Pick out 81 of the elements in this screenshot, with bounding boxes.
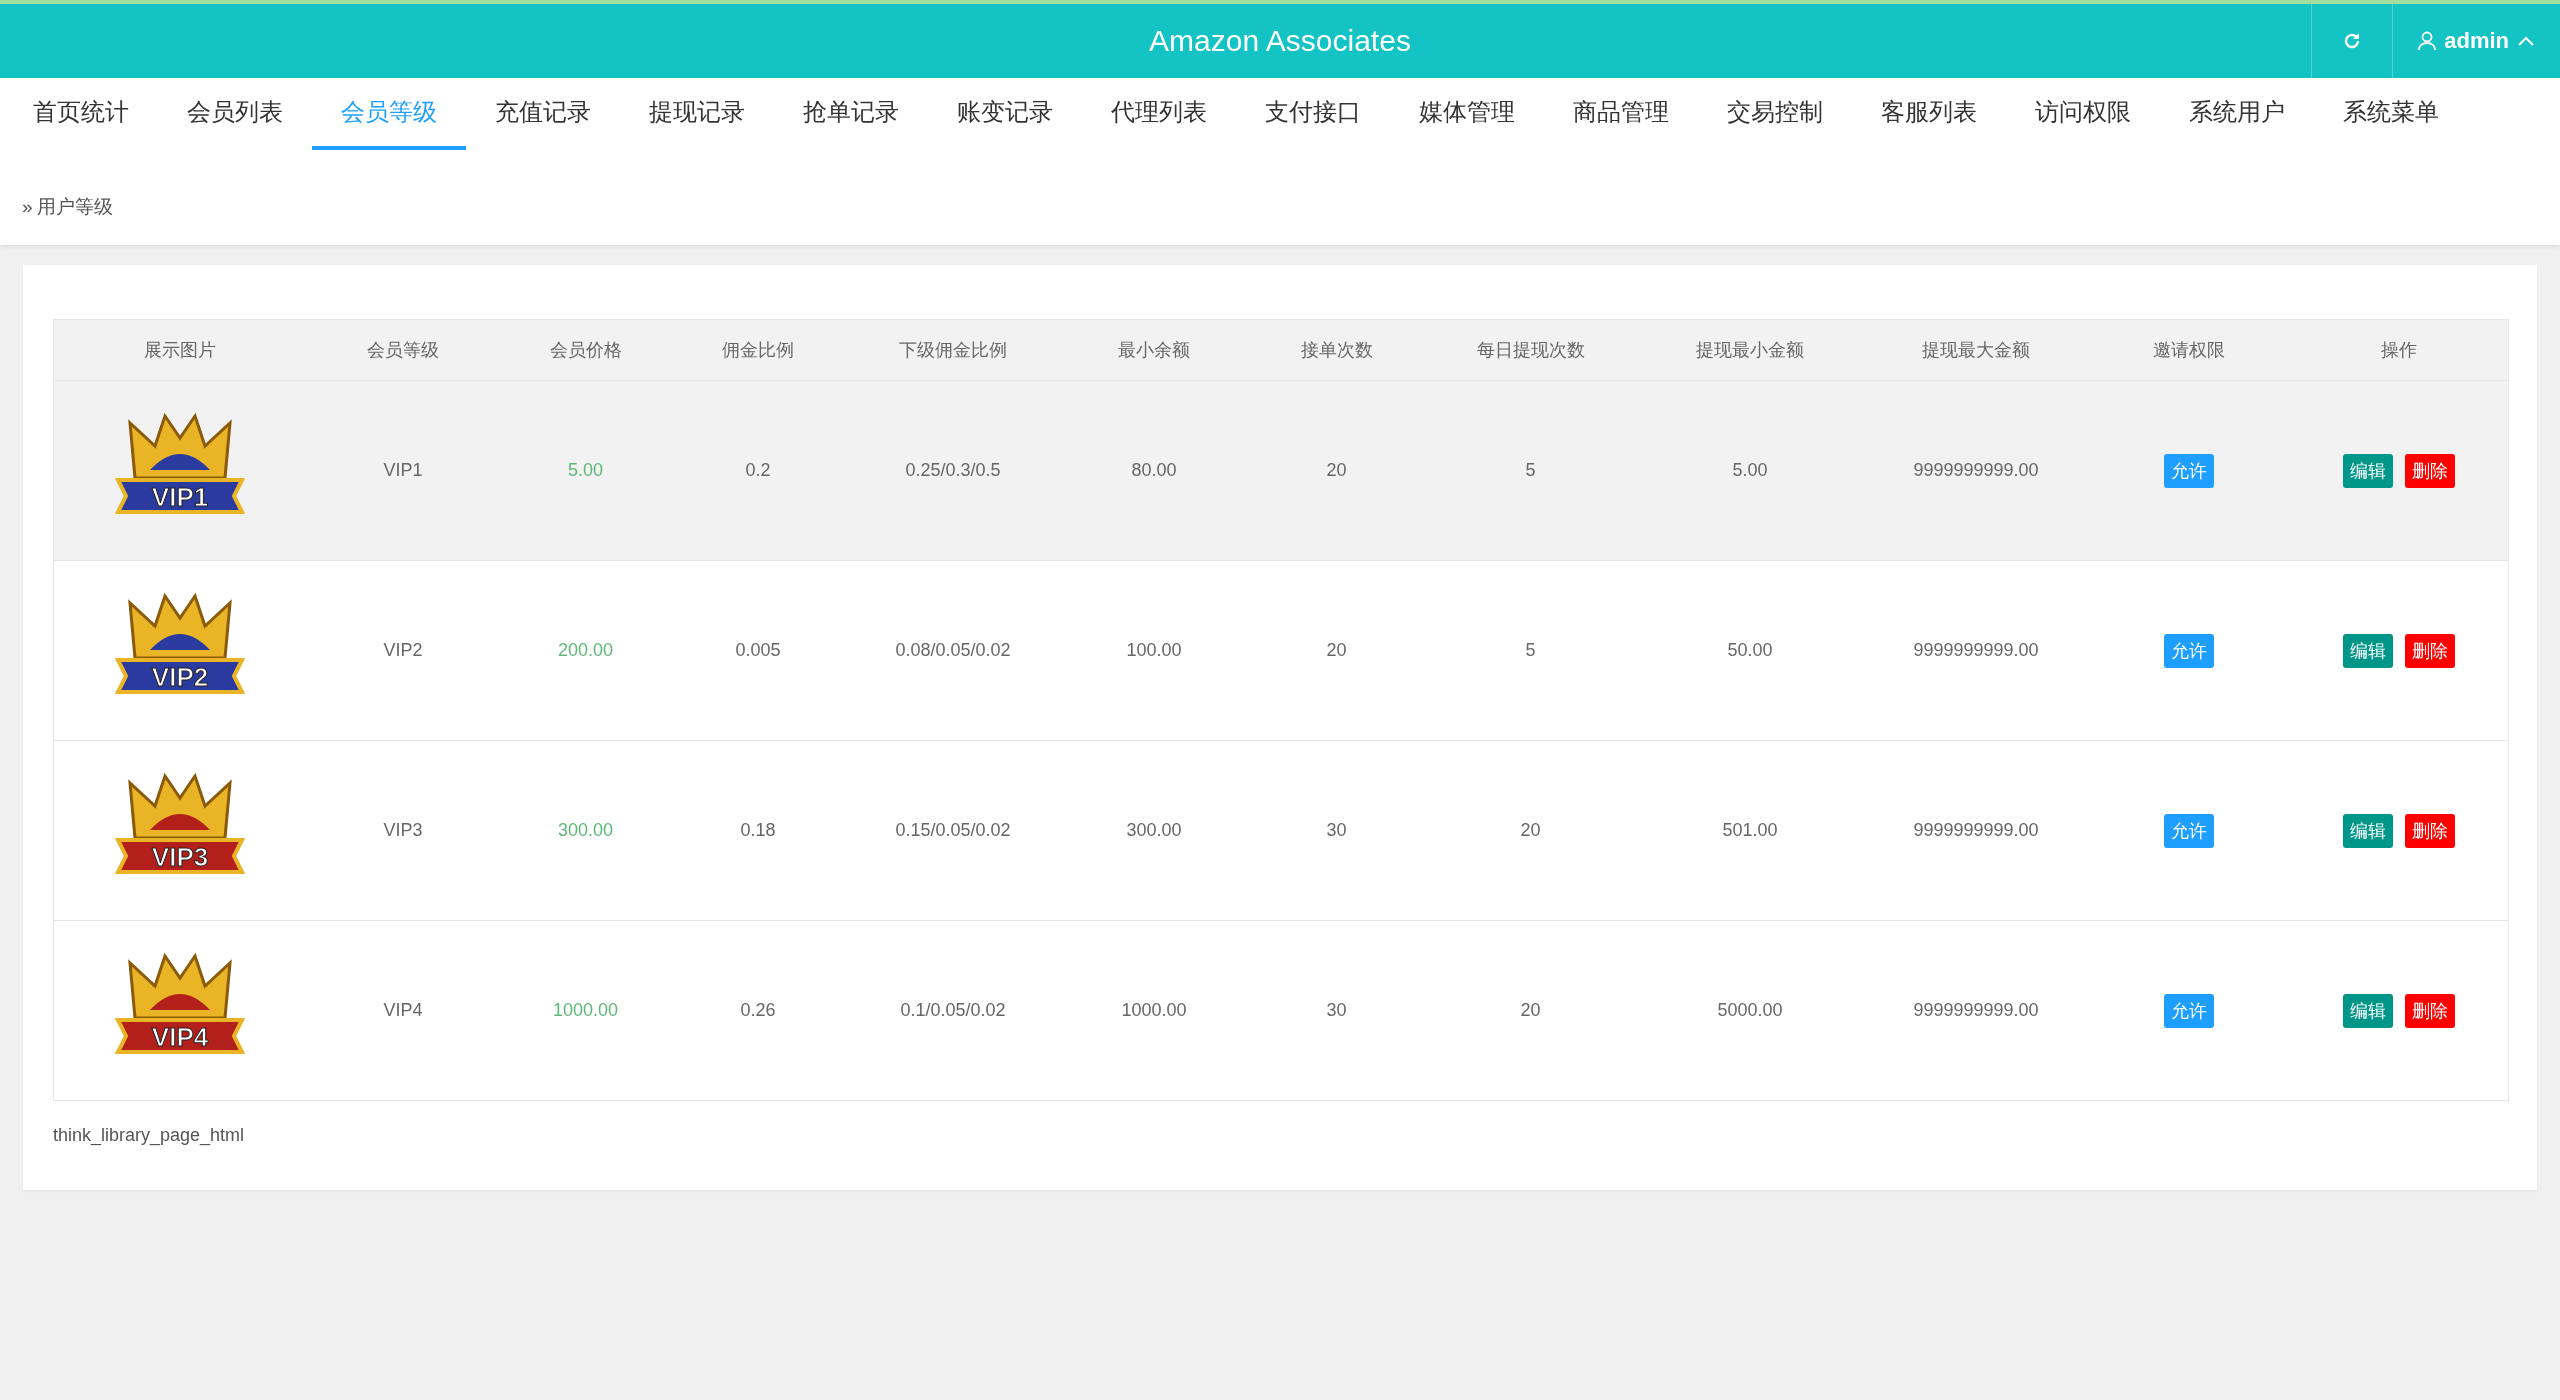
- nav-tab[interactable]: 抢单记录: [774, 78, 928, 150]
- column-header: 提现最大金额: [1864, 319, 2088, 381]
- nav-tab[interactable]: 首页统计: [4, 78, 158, 150]
- table-cell: 5.00: [500, 380, 671, 561]
- table-cell: 0.18: [670, 740, 846, 921]
- table-cell: 9999999999.00: [1864, 560, 2088, 741]
- table-cell: 20: [1425, 920, 1636, 1101]
- nav-tab[interactable]: 支付接口: [1236, 78, 1390, 150]
- table-cell: 0.08/0.05/0.02: [845, 560, 1061, 741]
- table-cell: 0.25/0.3/0.5: [845, 380, 1061, 561]
- breadcrumb-item[interactable]: 用户等级: [36, 194, 113, 220]
- column-header: 会员等级: [305, 319, 501, 381]
- user-icon: [2418, 31, 2437, 51]
- breadcrumb-separator: »: [22, 196, 33, 218]
- table-cell: VIP2: [305, 560, 501, 741]
- column-header: 接单次数: [1247, 319, 1426, 381]
- table-cell: 5.00: [1635, 380, 1865, 561]
- column-header: 最小余额: [1060, 319, 1248, 381]
- nav-tab[interactable]: 账变记录: [928, 78, 1082, 150]
- table-cell: 0.26: [670, 920, 846, 1101]
- column-header: 佣金比例: [670, 319, 846, 381]
- badge-label: VIP2: [151, 662, 208, 692]
- table-cell: 100.00: [1060, 560, 1248, 741]
- nav-tab[interactable]: 系统菜单: [2314, 78, 2468, 150]
- table-cell: 30: [1247, 920, 1426, 1101]
- table-cell: 0.1/0.05/0.02: [845, 920, 1061, 1101]
- table-cell: 1000.00: [1060, 920, 1248, 1101]
- table-cell: 20: [1425, 740, 1636, 921]
- edit-button[interactable]: 编辑: [2343, 633, 2394, 668]
- column-header: 操作: [2290, 319, 2509, 381]
- badge-label: VIP1: [151, 482, 208, 512]
- nav-tab[interactable]: 访问权限: [2006, 78, 2160, 150]
- table-cell: 80.00: [1060, 380, 1248, 561]
- table-cell: 9999999999.00: [1864, 380, 2088, 561]
- column-header: 提现最小金额: [1635, 319, 1865, 381]
- nav-tab[interactable]: 系统用户: [2160, 78, 2314, 150]
- table-cell: VIP3: [305, 740, 501, 921]
- table-cell: 50.00: [1635, 560, 1865, 741]
- badge-label: VIP3: [151, 842, 208, 872]
- edit-button[interactable]: 编辑: [2343, 993, 2394, 1028]
- table-cell: 5000.00: [1635, 920, 1865, 1101]
- table-cell: 20: [1247, 380, 1426, 561]
- table-cell: 0.2: [670, 380, 846, 561]
- table-cell: 200.00: [500, 560, 671, 741]
- table-cell: 0.005: [670, 560, 846, 741]
- footer-text: think_library_page_html: [53, 1125, 245, 1146]
- table-cell: 9999999999.00: [1864, 920, 2088, 1101]
- nav-tab[interactable]: 会员列表: [158, 78, 312, 150]
- table-cell: 30: [1247, 740, 1426, 921]
- edit-button[interactable]: 编辑: [2343, 453, 2394, 488]
- nav-tab[interactable]: 代理列表: [1082, 78, 1236, 150]
- nav-tab[interactable]: 媒体管理: [1390, 78, 1544, 150]
- nav-tab[interactable]: 提现记录: [620, 78, 774, 150]
- delete-button[interactable]: 删除: [2405, 633, 2456, 668]
- table-cell: VIP1: [305, 380, 501, 561]
- column-header: 展示图片: [53, 319, 306, 381]
- column-header: 每日提现次数: [1425, 319, 1636, 381]
- table-cell: 300.00: [500, 740, 671, 921]
- table-cell: 1000.00: [500, 920, 671, 1101]
- column-header: 下级佣金比例: [845, 319, 1061, 381]
- table-cell: 9999999999.00: [1864, 740, 2088, 921]
- table-cell: VIP4: [305, 920, 501, 1101]
- edit-button[interactable]: 编辑: [2343, 813, 2394, 848]
- column-header: 邀请权限: [2087, 319, 2291, 381]
- delete-button[interactable]: 删除: [2405, 993, 2456, 1028]
- table-cell: 5: [1425, 380, 1636, 561]
- table-cell: 0.15/0.05/0.02: [845, 740, 1061, 921]
- nav-tab[interactable]: 交易控制: [1698, 78, 1852, 150]
- table-cell: 5: [1425, 560, 1636, 741]
- column-header: 会员价格: [500, 319, 671, 381]
- table-cell: 501.00: [1635, 740, 1865, 921]
- table-cell: 300.00: [1060, 740, 1248, 921]
- delete-button[interactable]: 删除: [2405, 453, 2456, 488]
- delete-button[interactable]: 删除: [2405, 813, 2456, 848]
- app-title: Amazon Associates: [1149, 24, 1411, 58]
- caret-icon: [2517, 35, 2535, 47]
- nav-tab[interactable]: 充值记录: [466, 78, 620, 150]
- nav-tab[interactable]: 商品管理: [1544, 78, 1698, 150]
- nav-tab[interactable]: 客服列表: [1852, 78, 2006, 150]
- table-cell: 20: [1247, 560, 1426, 741]
- badge-label: VIP4: [151, 1022, 208, 1052]
